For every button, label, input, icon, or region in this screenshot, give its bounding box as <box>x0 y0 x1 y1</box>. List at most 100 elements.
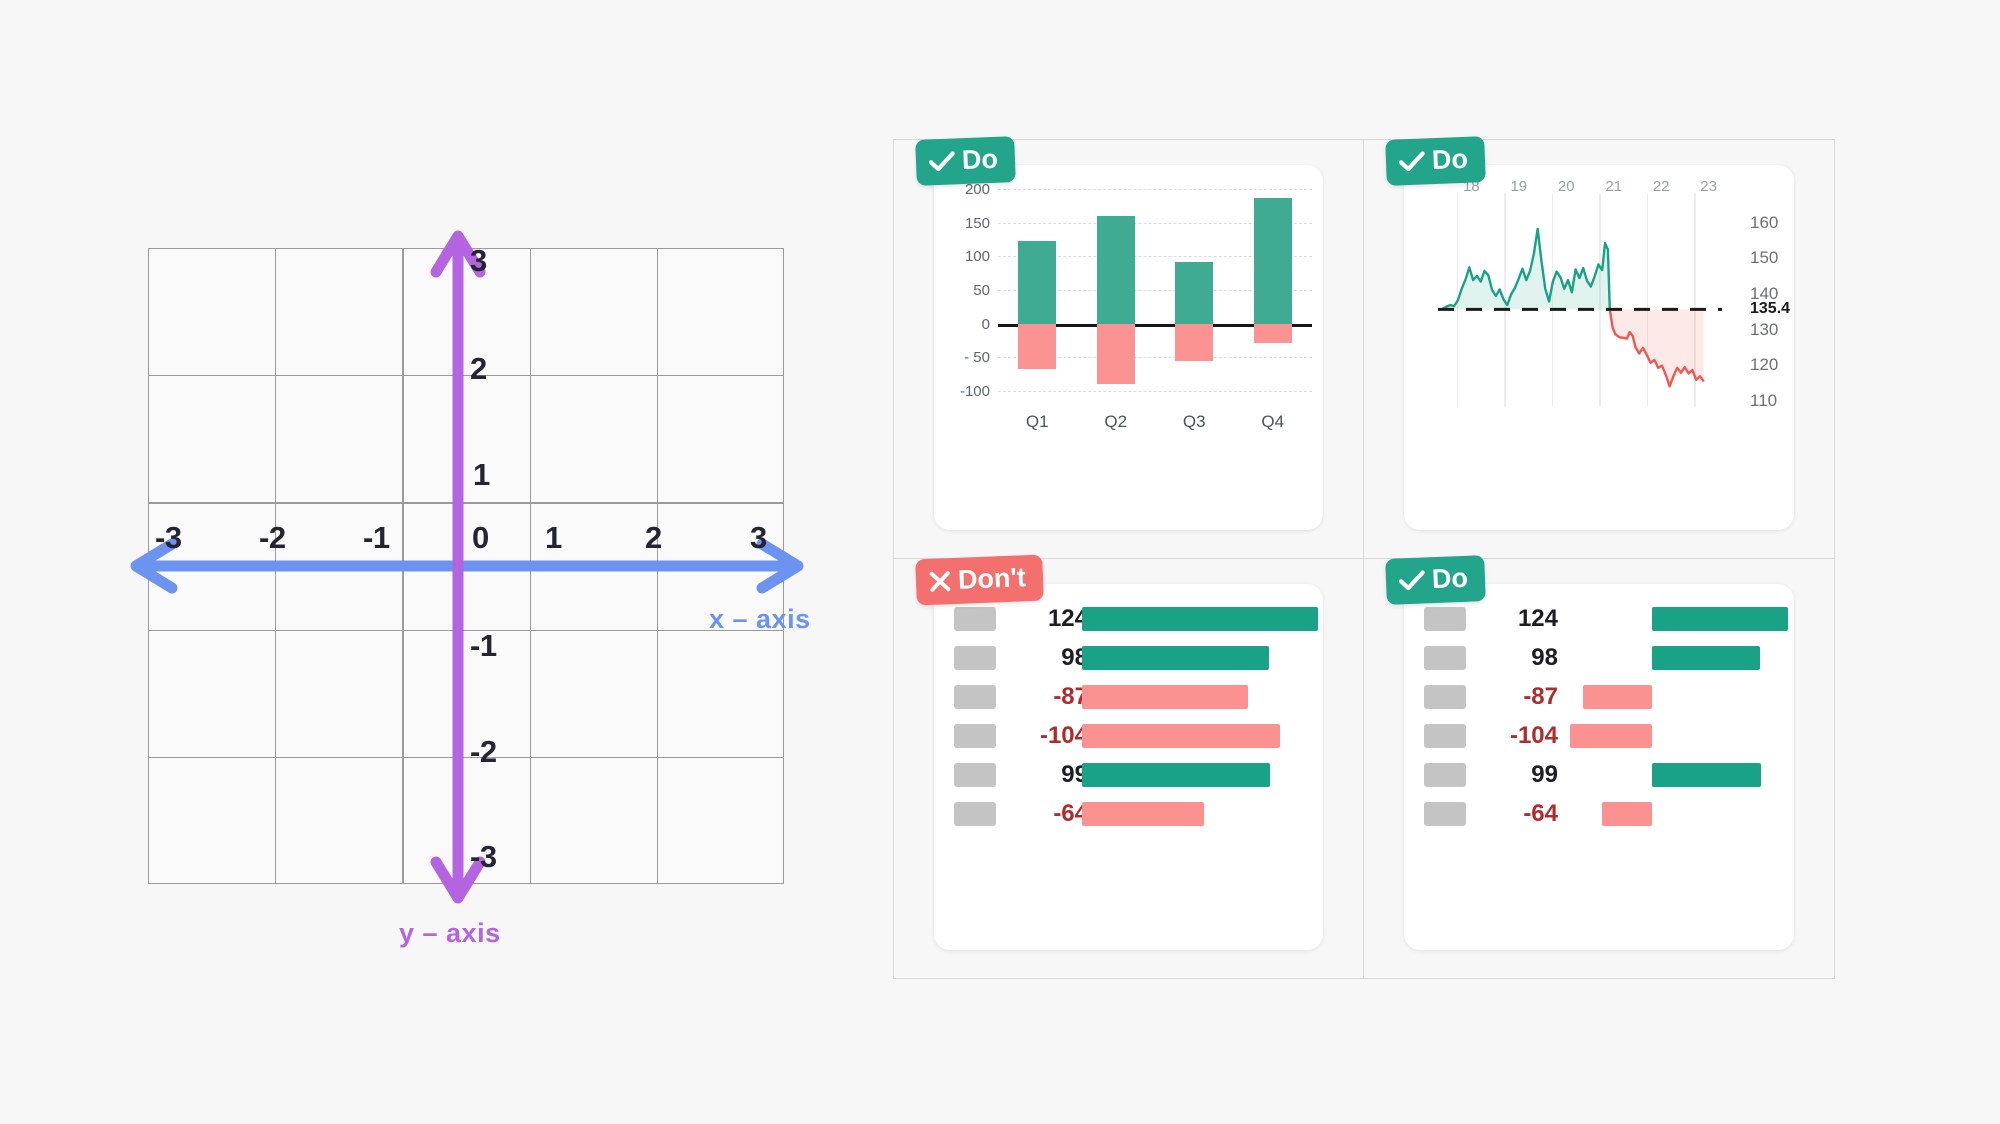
list-item: 124 <box>934 604 1323 634</box>
row-swatch <box>954 763 996 787</box>
y-axis-tick-label: -100 <box>959 383 990 400</box>
row-value-label: -64 <box>1523 800 1558 827</box>
row-bar <box>1569 724 1653 748</box>
row-bar <box>1082 646 1269 670</box>
row-bar <box>1652 646 1760 670</box>
panel-top-left: Do 200 150 100 50 0- 50 -100 Q1 Q2 Q3 Q4 <box>894 136 1364 559</box>
panel-bottom-right: Do 124 98 -87 -104 99 -64 <box>1364 555 1834 978</box>
y-axis-tick-label: 150 <box>964 214 990 232</box>
x-tick-neg1: -1 <box>363 520 390 555</box>
badge-label: Do <box>1431 562 1469 595</box>
row-bar <box>1583 685 1653 709</box>
gridline <box>998 391 1312 392</box>
y-tick-neg3: -3 <box>470 839 497 874</box>
bar-positive <box>1253 197 1292 324</box>
chart-card: 18 19 20 21 22 23 160 150 140 130 120 110 135.4 <box>1404 165 1794 530</box>
list-item: 98 <box>1404 643 1794 673</box>
baseline-value-label: 135.4 <box>1750 300 1791 318</box>
badge-do: Do <box>1385 555 1486 605</box>
row-value-label: 99 <box>1531 761 1558 788</box>
list-item: 98 <box>934 643 1323 673</box>
check-icon <box>1398 569 1426 591</box>
badge-dont: Don't <box>915 554 1044 606</box>
bar-negative <box>1175 323 1214 361</box>
check-icon <box>1398 150 1426 172</box>
chart-card: 124 98 -87 -104 99 -64 <box>1404 584 1794 950</box>
row-bar <box>1652 763 1761 787</box>
row-swatch <box>954 685 996 709</box>
list-item: -104 <box>934 721 1323 751</box>
x-axis-label: x – axis <box>709 604 811 634</box>
row-value-label: -87 <box>1523 683 1558 710</box>
y-axis-tick-label: 50 <box>973 282 990 299</box>
bar-negative <box>1253 323 1292 343</box>
row-value-label: 124 <box>1517 605 1558 632</box>
x-axis-tick-label: Q2 <box>1104 412 1128 431</box>
quarterly-bar-chart: 200 150 100 50 0- 50 -100 Q1 Q2 Q3 Q4 <box>934 165 1323 530</box>
row-value-label: 99 <box>1061 761 1088 788</box>
row-swatch <box>954 802 996 826</box>
y-axis-label: y – axis <box>399 918 501 948</box>
badge-label: Do <box>961 143 999 176</box>
row-bar <box>1652 607 1788 631</box>
list-item: -64 <box>934 799 1323 829</box>
y-axis-tick-label: 0 <box>981 315 990 333</box>
badge-do: Do <box>1385 136 1486 186</box>
bar-positive <box>1175 261 1214 324</box>
grid-line-horizontal <box>149 502 783 504</box>
row-swatch <box>1424 646 1466 670</box>
x-tick-neg2: -2 <box>259 520 286 555</box>
row-swatch <box>1424 724 1466 748</box>
row-value-label: -104 <box>1039 722 1088 749</box>
area-series-svg <box>1438 227 1722 388</box>
row-swatch <box>954 724 996 748</box>
list-item: -64 <box>1404 799 1794 829</box>
y-tick-1: 1 <box>473 457 490 492</box>
row-value-label: -104 <box>1509 722 1558 749</box>
value-bars-diverging: 124 98 -87 -104 99 -64 <box>1404 584 1794 950</box>
list-item: 99 <box>1404 760 1794 790</box>
chart-card: 124 98 -87 -104 99 -64 <box>934 584 1323 950</box>
list-item: -87 <box>934 682 1323 712</box>
chart-card: 200 150 100 50 0- 50 -100 Q1 Q2 Q3 Q4 <box>934 165 1323 530</box>
bar-positive <box>1096 215 1135 324</box>
gridline <box>998 189 1312 190</box>
row-bar <box>1082 607 1318 631</box>
panel-bottom-left: Don't 124 98 -87 -104 99 -64 <box>894 554 1364 978</box>
row-swatch <box>1424 763 1466 787</box>
x-axis-tick-label: Q1 <box>1025 412 1049 431</box>
row-value-label: 124 <box>1047 605 1088 632</box>
row-swatch <box>954 607 996 631</box>
row-bar <box>1082 685 1248 709</box>
x-axis-tick-label: Q4 <box>1261 412 1285 431</box>
cartesian-coordinate-plane: -3 -2 -1 0 1 2 3 3 2 1 -1 -2 -3 x – axis… <box>0 0 880 1124</box>
grid-line-horizontal <box>149 756 783 759</box>
list-item: 99 <box>934 760 1323 790</box>
row-bar <box>1082 763 1271 787</box>
area-fill <box>1609 309 1704 387</box>
x-tick-2: 2 <box>645 520 662 555</box>
panel-top-right: Do 18 19 20 21 22 23 160 150 140 130 120 110 135.4 <box>1364 136 1834 559</box>
value-bars-misaligned: 124 98 -87 -104 99 -64 <box>934 584 1323 950</box>
badge-label: Don't <box>957 562 1027 595</box>
grid-line-horizontal <box>149 375 783 377</box>
y-tick-neg2: -2 <box>470 734 497 769</box>
price-area-line-chart: 18 19 20 21 22 23 160 150 140 130 120 110 135.4 <box>1404 165 1794 530</box>
x-tick-zero: 0 <box>472 520 489 555</box>
badge-label: Do <box>1431 143 1469 176</box>
row-swatch <box>1424 607 1466 631</box>
do-dont-panel-grid: Do 200 150 100 50 0- 50 -100 Q1 Q2 Q3 Q4 Do 18 19 2… <box>893 136 1835 979</box>
row-value-label: 98 <box>1061 644 1088 671</box>
x-tick-neg3: -3 <box>155 520 182 555</box>
y-axis-tick-label: - 50 <box>964 349 990 367</box>
row-value-label: -64 <box>1053 800 1088 827</box>
x-tick-3: 3 <box>750 520 767 555</box>
row-bar <box>1082 724 1280 748</box>
check-icon <box>928 150 956 172</box>
grid-line-horizontal <box>149 629 783 631</box>
row-value-label: -87 <box>1053 683 1088 710</box>
bar-positive <box>1018 240 1057 324</box>
row-bar <box>1601 802 1653 826</box>
row-swatch <box>1424 685 1466 709</box>
x-axis-tick-label: Q3 <box>1182 412 1206 431</box>
